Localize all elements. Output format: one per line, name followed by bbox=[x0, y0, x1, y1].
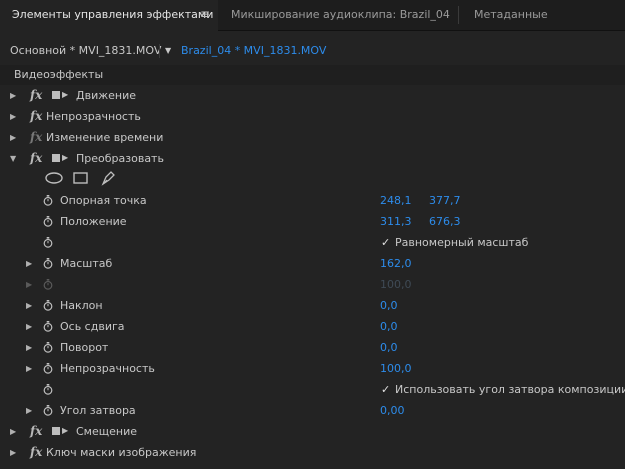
effect-label: Ключ маски изображения bbox=[46, 446, 197, 459]
tab-label: Элементы управления эффектами bbox=[12, 8, 214, 21]
effect-label: Преобразовать bbox=[76, 152, 164, 165]
param-row-skew-axis: ▶ Ось сдвига 0,0 bbox=[0, 316, 625, 337]
stopwatch-icon[interactable] bbox=[43, 300, 53, 311]
motion-transform-icon[interactable]: ▶ bbox=[52, 153, 68, 163]
param-row-rotation: ▶ Поворот 0,0 bbox=[0, 337, 625, 358]
chevron-down-icon[interactable]: ▼ bbox=[165, 40, 171, 62]
panel-menu-icon[interactable]: ≡ bbox=[200, 0, 210, 30]
tab-metadata[interactable]: Метаданные bbox=[460, 0, 580, 30]
effect-label: Движение bbox=[76, 89, 137, 102]
shutter-angle-value[interactable]: 0,00 bbox=[380, 400, 405, 421]
stopwatch-icon bbox=[43, 279, 53, 290]
param-row-position: Положение 311,3 676,3 bbox=[0, 211, 625, 232]
stopwatch-icon[interactable] bbox=[43, 363, 53, 374]
expand-triangle-icon[interactable]: ▶ bbox=[10, 127, 16, 148]
stopwatch-icon[interactable] bbox=[43, 258, 53, 269]
rotation-value[interactable]: 0,0 bbox=[380, 337, 398, 358]
tab-effect-controls[interactable]: Элементы управления эффектами bbox=[0, 0, 218, 31]
effect-label: Непрозрачность bbox=[46, 110, 141, 123]
video-effects-header: Видеоэффекты bbox=[0, 65, 625, 85]
fx-icon[interactable]: fx bbox=[30, 442, 42, 463]
expand-triangle-icon: ▶ bbox=[26, 280, 33, 289]
fx-icon[interactable]: fx bbox=[30, 421, 42, 442]
collapse-triangle-icon[interactable]: ▼ bbox=[10, 148, 16, 169]
stopwatch-icon[interactable] bbox=[43, 237, 53, 248]
motion-transform-icon[interactable]: ▶ bbox=[52, 426, 68, 436]
expand-triangle-icon[interactable]: ▶ bbox=[26, 400, 32, 421]
comp-shutter-checkbox[interactable]: ✓ bbox=[381, 379, 390, 400]
scale-width-value: 100,0 bbox=[380, 278, 412, 291]
effect-row-image-matte-key[interactable]: ▶ fx Ключ маски изображения bbox=[0, 442, 625, 463]
tab-audio-clip-mixer[interactable]: Микширование аудиоклипа: Brazil_04 bbox=[219, 0, 457, 30]
anchor-x-value[interactable]: 248,1 bbox=[380, 190, 412, 211]
stopwatch-icon[interactable] bbox=[43, 342, 53, 353]
param-label: Масштаб bbox=[60, 257, 113, 270]
effect-row-transform[interactable]: ▼ fx ▶ Преобразовать bbox=[0, 148, 625, 169]
effect-row-offset[interactable]: ▶ fx ▶ Смещение bbox=[0, 421, 625, 442]
param-row-shutter-angle: ▶ Угол затвора 0,00 bbox=[0, 400, 625, 421]
param-row-opacity: ▶ Непрозрачность 100,0 bbox=[0, 358, 625, 379]
tab-divider bbox=[458, 6, 459, 24]
effect-label: Изменение времени bbox=[46, 131, 164, 144]
clip-divider bbox=[159, 44, 160, 58]
param-label: Положение bbox=[60, 215, 127, 228]
expand-triangle-icon[interactable]: ▶ bbox=[26, 337, 32, 358]
fx-icon[interactable]: fx bbox=[30, 85, 42, 106]
expand-triangle-icon[interactable]: ▶ bbox=[26, 295, 32, 316]
expand-triangle-icon[interactable]: ▶ bbox=[10, 85, 16, 106]
stopwatch-icon[interactable] bbox=[43, 216, 53, 227]
master-clip-link[interactable]: Основной * MVI_1831.MOV bbox=[10, 40, 161, 62]
scale-value[interactable]: 162,0 bbox=[380, 253, 412, 274]
effect-row-opacity[interactable]: ▶ fx Непрозрачность bbox=[0, 106, 625, 127]
param-row-uniform-scale: ✓ Равномерный масштаб bbox=[0, 232, 625, 253]
sequence-clip-link[interactable]: Brazil_04 * MVI_1831.MOV bbox=[181, 40, 326, 62]
param-row-skew: ▶ Наклон 0,0 bbox=[0, 295, 625, 316]
fx-icon[interactable]: fx bbox=[30, 106, 42, 127]
param-row-anchor-point: Опорная точка 248,1 377,7 bbox=[0, 190, 625, 211]
expand-triangle-icon[interactable]: ▶ bbox=[10, 442, 16, 463]
uniform-scale-checkbox[interactable]: ✓ bbox=[381, 232, 390, 253]
checkbox-label: Использовать угол затвора композиции bbox=[395, 383, 625, 396]
param-label: Опорная точка bbox=[60, 194, 147, 207]
param-label: Ось сдвига bbox=[60, 320, 125, 333]
effect-label: Смещение bbox=[76, 425, 137, 438]
expand-triangle-icon[interactable]: ▶ bbox=[10, 106, 16, 127]
anchor-y-value[interactable]: 377,7 bbox=[429, 190, 461, 211]
mask-tools bbox=[0, 168, 625, 190]
effect-row-motion[interactable]: ▶ fx ▶ Движение bbox=[0, 85, 625, 106]
stopwatch-icon[interactable] bbox=[43, 405, 53, 416]
ellipse-mask-icon[interactable] bbox=[45, 172, 63, 187]
skew-axis-value[interactable]: 0,0 bbox=[380, 316, 398, 337]
effect-row-time-remap[interactable]: ▶ fx Изменение времени bbox=[0, 127, 625, 148]
section-label: Видеоэффекты bbox=[14, 68, 104, 81]
stopwatch-icon[interactable] bbox=[43, 384, 53, 395]
tab-label: Микширование аудиоклипа: Brazil_04 bbox=[231, 8, 450, 21]
param-row-scale-width: ▶ 100,0 bbox=[0, 274, 625, 295]
position-x-value[interactable]: 311,3 bbox=[380, 211, 412, 232]
stopwatch-icon[interactable] bbox=[43, 195, 53, 206]
tab-label: Метаданные bbox=[474, 8, 548, 21]
rectangle-mask-icon[interactable] bbox=[73, 172, 88, 187]
stopwatch-icon[interactable] bbox=[43, 321, 53, 332]
param-label: Наклон bbox=[60, 299, 103, 312]
panel-tab-bar: Элементы управления эффектами ≡ Микширов… bbox=[0, 0, 625, 31]
param-row-scale: ▶ Масштаб 162,0 bbox=[0, 253, 625, 274]
param-label: Непрозрачность bbox=[60, 362, 155, 375]
expand-triangle-icon[interactable]: ▶ bbox=[10, 421, 16, 442]
opacity-value[interactable]: 100,0 bbox=[380, 358, 412, 379]
param-label: Угол затвора bbox=[60, 404, 136, 417]
expand-triangle-icon[interactable]: ▶ bbox=[26, 253, 32, 274]
clip-selector-bar: Основной * MVI_1831.MOV ▼ Brazil_04 * MV… bbox=[0, 40, 625, 62]
skew-value[interactable]: 0,0 bbox=[380, 295, 398, 316]
expand-triangle-icon[interactable]: ▶ bbox=[26, 316, 32, 337]
fx-icon[interactable]: fx bbox=[30, 148, 42, 169]
param-label: Поворот bbox=[60, 341, 109, 354]
position-y-value[interactable]: 676,3 bbox=[429, 211, 461, 232]
checkbox-label: Равномерный масштаб bbox=[395, 236, 529, 249]
motion-transform-icon[interactable]: ▶ bbox=[52, 90, 68, 100]
param-row-comp-shutter: ✓ Использовать угол затвора композиции bbox=[0, 379, 625, 400]
fx-icon: fx bbox=[30, 130, 43, 144]
pen-mask-icon[interactable] bbox=[100, 170, 116, 189]
expand-triangle-icon[interactable]: ▶ bbox=[26, 358, 32, 379]
